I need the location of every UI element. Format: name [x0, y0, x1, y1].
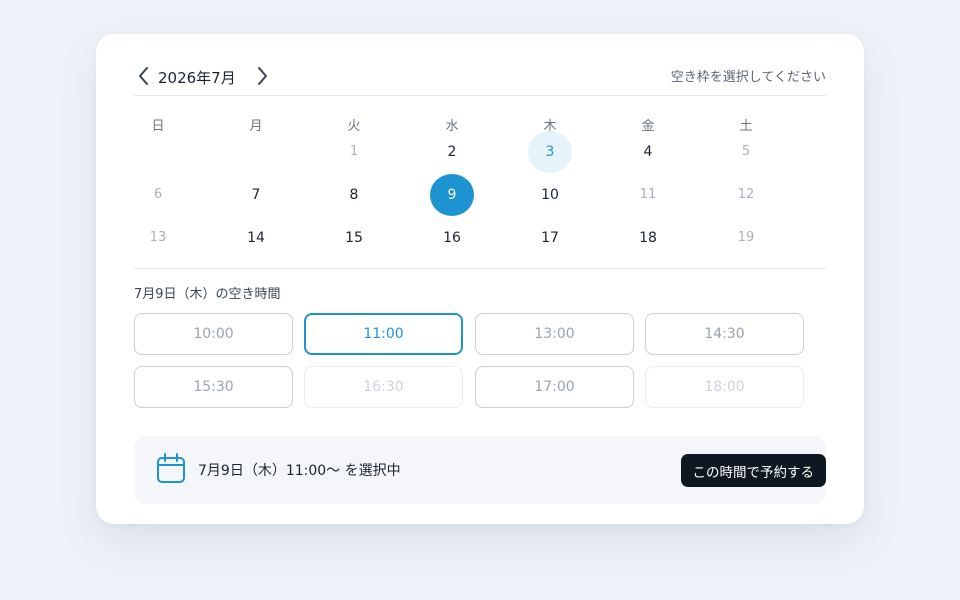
weekday-label: 土: [739, 119, 753, 134]
day-cell: 1: [349, 144, 359, 159]
day-cell: 12: [737, 187, 755, 202]
time-slot-selected[interactable]: 11:00: [304, 313, 463, 355]
weekday-label: 金: [641, 119, 655, 134]
time-slot[interactable]: 10:00: [134, 313, 293, 355]
time-slot[interactable]: 17:00: [475, 366, 634, 408]
time-slot[interactable]: 15:30: [134, 366, 293, 408]
calendar-icon: [157, 453, 185, 483]
time-slot[interactable]: 13:00: [475, 313, 634, 355]
day-cell[interactable]: 14: [234, 217, 278, 259]
day-cell[interactable]: 8: [332, 174, 376, 216]
weekday-label: 月: [249, 119, 263, 134]
day-cell[interactable]: 15: [332, 217, 376, 259]
time-slot: 16:30: [304, 366, 463, 408]
time-slot[interactable]: 14:30: [645, 313, 804, 355]
chevron-right-icon: [258, 67, 267, 85]
day-cell: 13: [149, 230, 167, 245]
next-month-button[interactable]: [252, 62, 272, 90]
day-cell: 19: [737, 230, 755, 245]
day-cell: 11: [639, 187, 657, 202]
selection-text: 7月9日（木）11:00〜 を選択中: [198, 463, 401, 479]
day-cell[interactable]: 2: [430, 131, 474, 173]
slots-title: 7月9日（木）の空き時間: [134, 287, 281, 302]
weekday-label: 日: [151, 119, 165, 134]
day-cell[interactable]: 18: [626, 217, 670, 259]
weekday-label: 水: [445, 119, 459, 134]
day-cell[interactable]: 4: [626, 131, 670, 173]
weekday-label: 木: [543, 119, 557, 134]
day-cell: 6: [153, 187, 163, 202]
chevron-left-icon: [139, 67, 148, 85]
select-slot-hint: 空き枠を選択してください: [670, 70, 826, 85]
weekday-label: 火: [347, 119, 361, 134]
day-cell[interactable]: 16: [430, 217, 474, 259]
day-cell-today[interactable]: 3: [528, 131, 572, 173]
day-cell-selected[interactable]: 9: [430, 174, 474, 216]
time-slot: 18:00: [645, 366, 804, 408]
reserve-button[interactable]: この時間で予約する: [680, 454, 826, 487]
selection-summary: 7月9日（木）11:00〜 を選択中 この時間で予約する: [134, 436, 826, 504]
month-label: 2026年7月: [158, 69, 236, 87]
day-cell[interactable]: 17: [528, 217, 572, 259]
booking-card: 2026年7月 空き枠を選択してください 日月火水木金土 1 2 3 4 5 6 7 8 9 10 1…: [96, 34, 864, 524]
prev-month-button[interactable]: [134, 62, 154, 90]
day-cell: 5: [741, 144, 751, 159]
day-cell[interactable]: 7: [234, 174, 278, 216]
divider: [134, 268, 826, 269]
calendar-header: 2026年7月 空き枠を選択してください: [134, 62, 826, 96]
day-cell[interactable]: 10: [528, 174, 572, 216]
divider: [134, 95, 826, 96]
